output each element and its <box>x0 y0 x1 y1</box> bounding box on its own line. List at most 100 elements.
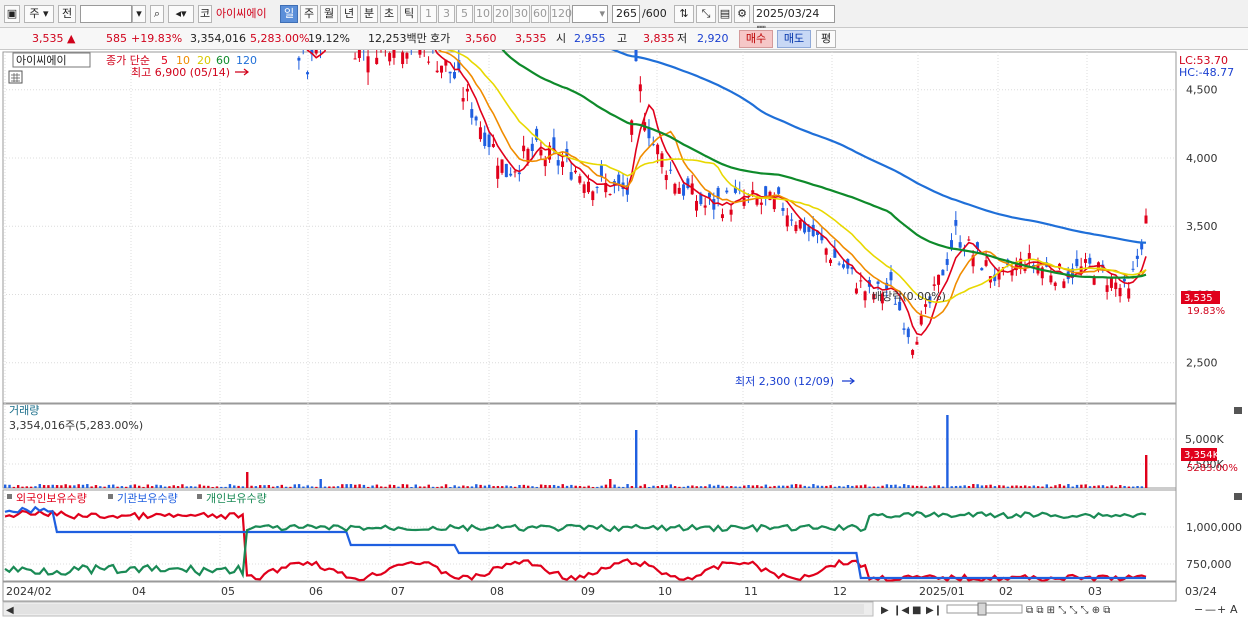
volume-bar <box>1002 485 1005 488</box>
interval-10[interactable]: 10 <box>474 5 492 23</box>
x-axis-label: 11 <box>744 585 758 598</box>
zoom-line-icon[interactable]: — <box>1205 603 1216 616</box>
volume-bar <box>807 486 811 488</box>
volume-bar <box>872 486 876 488</box>
volume-bar <box>915 485 919 488</box>
candle-body <box>530 143 534 151</box>
candle-body <box>452 72 456 79</box>
volume-bar <box>1106 486 1109 488</box>
chart-canvas[interactable]: 아이씨에이 종가 단순 5 10 20 60 120 LC:53.70 HC:-… <box>0 50 1248 621</box>
volume-bar <box>51 484 54 488</box>
candle-body <box>401 52 405 65</box>
tab-year[interactable]: 년 <box>340 5 358 23</box>
candle-body <box>945 259 949 265</box>
gear-icon[interactable]: ⚙ <box>734 5 750 23</box>
volume-pane[interactable] <box>2 403 1177 489</box>
period-select-label: 주 <box>29 7 40 20</box>
tab-minute[interactable]: 분 <box>360 5 378 23</box>
holding-pane-close-icon[interactable] <box>1234 493 1242 500</box>
tab-week[interactable]: 주 <box>300 5 318 23</box>
low-price: 2,920 <box>697 32 729 45</box>
candle-body <box>720 214 724 219</box>
interval-20[interactable]: 20 <box>493 5 511 23</box>
interval-3[interactable]: 3 <box>438 5 455 23</box>
volume-bar <box>276 485 279 488</box>
volume-bar <box>496 485 500 488</box>
volume-bar <box>289 486 292 488</box>
stock-dropdown-icon[interactable]: ▾ <box>132 5 146 23</box>
stock-code-input[interactable]: 368600 <box>80 5 132 23</box>
holding-y-tick: 1,000,000 <box>1186 521 1242 534</box>
interval-60[interactable]: 60 <box>531 5 549 23</box>
prev-button[interactable]: 전 <box>58 5 76 23</box>
eval-button[interactable]: 평 <box>816 30 836 48</box>
interval-5[interactable]: 5 <box>456 5 473 23</box>
auto-scale-icon[interactable]: A <box>1230 603 1238 616</box>
chart-type-icon[interactable]: ⇅ <box>674 5 694 23</box>
scroll-right-icon[interactable]: ▶ <box>881 605 889 616</box>
volume-bar <box>228 484 232 488</box>
interval-30[interactable]: 30 <box>512 5 530 23</box>
trade-amount: 12,253백만 <box>368 32 427 45</box>
volume-bar <box>94 485 98 488</box>
holding-pane[interactable] <box>2 489 1177 582</box>
volume-bar <box>431 486 435 488</box>
volume-bar <box>868 486 871 488</box>
x-axis-label: 2024/02 <box>6 585 52 598</box>
interval-1[interactable]: 1 <box>420 5 437 23</box>
candle-body <box>889 272 893 281</box>
tab-tick[interactable]: 틱 <box>400 5 418 23</box>
interval-120[interactable]: 120 <box>550 5 572 23</box>
x-axis-label: 12 <box>833 585 847 598</box>
custom-interval-select[interactable]: ▾ <box>572 5 608 23</box>
candle-body <box>1075 258 1079 267</box>
candle-body <box>474 116 478 121</box>
volume-bar <box>574 485 577 488</box>
holding-y-tick: 750,000 <box>1186 558 1232 571</box>
volume-pane-close-icon[interactable] <box>1234 407 1242 414</box>
zoom-slider-handle[interactable] <box>977 602 987 616</box>
stop-icon[interactable]: ■ <box>912 605 921 616</box>
candle-body <box>522 145 526 152</box>
buy-button[interactable]: 매수 <box>739 30 773 48</box>
low-label: 저 <box>677 32 688 45</box>
search-icon[interactable]: ⌕ <box>150 5 164 23</box>
volume-bar <box>881 485 884 488</box>
tab-month[interactable]: 월 <box>320 5 338 23</box>
candle-body <box>906 328 910 338</box>
volume-bar <box>90 486 93 488</box>
sell-button[interactable]: 매도 <box>777 30 811 48</box>
volume-bar <box>505 485 508 488</box>
tab-second[interactable]: 초 <box>380 5 398 23</box>
scroll-left-icon[interactable]: ◀ <box>6 605 14 616</box>
volume-bar <box>159 485 162 488</box>
zoom-in-icon[interactable]: + <box>1217 603 1226 616</box>
speaker-icon[interactable]: ◂▾ <box>168 5 194 23</box>
volume-bar <box>535 486 539 488</box>
draw-tool-icon[interactable]: ⤡ <box>696 5 716 23</box>
volume-bar <box>959 485 962 488</box>
volume-bar <box>336 486 340 488</box>
volume-bar <box>168 486 171 488</box>
chart-tool-icons[interactable]: ⧉ ⧉ ⊞ ⤡ ⤡ ⤡ ⊕ ⧉ <box>1026 605 1110 616</box>
volume-bar <box>976 484 979 488</box>
volume-bar <box>246 472 249 488</box>
volume-bar <box>362 484 366 488</box>
price-y-tick: 4,500 <box>1186 84 1218 97</box>
volume-bar <box>911 485 915 488</box>
volume-bar <box>146 484 150 488</box>
volume-bar <box>466 486 469 488</box>
period-select[interactable]: 주 ▾ <box>24 5 54 23</box>
window-menu-icon[interactable]: ▣ <box>4 5 20 23</box>
jump-end-icon[interactable]: ▶❙ <box>926 605 942 616</box>
price-pane[interactable] <box>2 51 1177 404</box>
candle-body <box>1127 288 1131 299</box>
jump-start-icon[interactable]: ❙◀ <box>893 605 909 616</box>
count-input[interactable]: 265 <box>612 5 640 23</box>
zoom-out-icon[interactable]: − <box>1194 603 1203 616</box>
save-icon[interactable]: ▤ <box>718 5 732 23</box>
tab-day[interactable]: 일 <box>280 5 298 23</box>
date-input[interactable]: 2025/03/24 ▦ <box>753 5 835 36</box>
scrollbar-thumb[interactable] <box>14 604 864 614</box>
volume-bar <box>29 486 33 488</box>
